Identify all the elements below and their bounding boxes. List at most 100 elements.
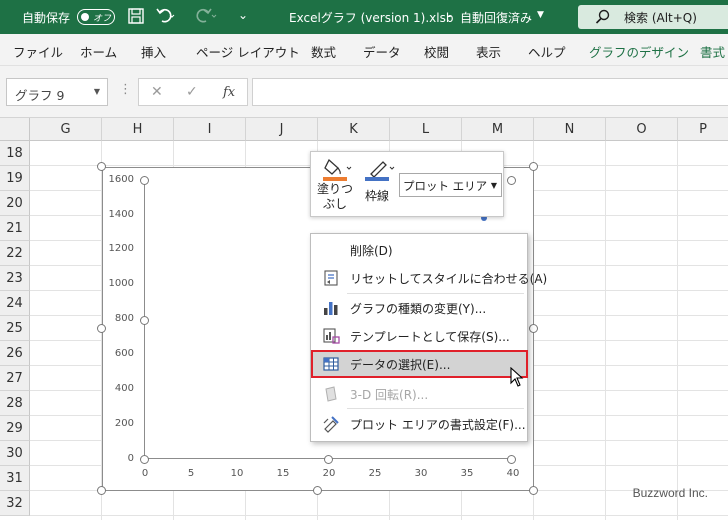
row-header-32[interactable]: 32	[0, 491, 30, 516]
menu-item-delete[interactable]: 削除(D)	[312, 236, 527, 264]
mini-toolbar: 塗りつ ぶし 枠線 プロット エリア ▼	[310, 151, 504, 217]
chevron-down-icon[interactable]: ▼	[537, 10, 544, 20]
chart-resize-handle[interactable]	[529, 324, 538, 333]
y-tick-label: 400	[114, 383, 134, 394]
select-data-icon	[322, 355, 340, 373]
formula-bar-grip[interactable]: ⋮	[119, 82, 132, 97]
name-box[interactable]: グラフ 9 ▼	[6, 78, 108, 106]
menu-item-label: 削除(D)	[350, 244, 393, 258]
save-icon[interactable]	[127, 7, 147, 27]
row-header-20[interactable]: 20	[0, 191, 30, 216]
column-header-i[interactable]: I	[174, 118, 246, 141]
column-header-m[interactable]: M	[462, 118, 534, 141]
row-header-24[interactable]: 24	[0, 291, 30, 316]
row-header-23[interactable]: 23	[0, 266, 30, 291]
menu-item-reset-style[interactable]: リセットしてスタイルに合わせる(A)	[312, 264, 547, 292]
y-tick-label: 0	[127, 453, 134, 464]
column-header-j[interactable]: J	[246, 118, 318, 141]
tab-file[interactable]: ファイル	[13, 42, 63, 61]
enter-icon[interactable]: ✓	[186, 84, 198, 100]
chart-resize-handle[interactable]	[313, 486, 322, 495]
save-status[interactable]: 自動回復済み	[460, 9, 532, 26]
tab-review[interactable]: 校閲	[424, 42, 449, 61]
grid-line	[30, 515, 728, 516]
chart-resize-handle[interactable]	[97, 162, 106, 171]
plot-area-handle[interactable]	[140, 316, 149, 325]
plot-area-handle[interactable]	[140, 455, 149, 464]
row-header-29[interactable]: 29	[0, 416, 30, 441]
row-header-26[interactable]: 26	[0, 341, 30, 366]
tab-view[interactable]: 表示	[476, 42, 501, 61]
x-tick-label: 20	[322, 468, 336, 479]
chevron-down-icon[interactable]: ▼	[94, 87, 100, 96]
redo-icon[interactable]	[194, 7, 217, 27]
menu-item-label: リセットしてスタイルに合わせる(A)	[350, 272, 548, 286]
autosave-state: オフ	[93, 14, 112, 24]
title-bar: 自動保存 オフ ⌄ Excelグラフ (version 1).xlsb - 自動…	[0, 0, 728, 34]
plot-area-handle[interactable]	[140, 176, 149, 185]
tab-help[interactable]: ヘルプ	[528, 42, 566, 61]
fill-icon[interactable]	[323, 158, 353, 185]
fill-label[interactable]: 塗りつ ぶし	[315, 182, 355, 212]
menu-item-3d-rotation[interactable]: 3-D 回転(R)...	[312, 380, 527, 408]
column-header-p[interactable]: P	[678, 118, 728, 141]
menu-item-change-chart-type[interactable]: グラフの種類の変更(Y)...	[312, 294, 527, 322]
y-tick-label: 600	[114, 348, 134, 359]
toggle-knob	[81, 12, 89, 21]
row-header-30[interactable]: 30	[0, 441, 30, 466]
customize-qa-icon[interactable]: ⌄	[238, 8, 248, 22]
cancel-icon[interactable]: ✕	[151, 84, 163, 100]
menu-item-save-template[interactable]: テンプレートとして保存(S)...	[312, 322, 527, 350]
search-box[interactable]: 検索 (Alt+Q)	[578, 5, 728, 29]
x-tick-label: 40	[506, 468, 520, 479]
y-tick-label: 1200	[108, 243, 134, 254]
column-header-g[interactable]: G	[30, 118, 102, 141]
template-icon	[322, 327, 340, 345]
row-header-28[interactable]: 28	[0, 391, 30, 416]
select-all-corner[interactable]	[0, 118, 30, 141]
x-tick-label: 15	[276, 468, 290, 479]
row-header-25[interactable]: 25	[0, 316, 30, 341]
outline-label[interactable]: 枠線	[361, 189, 393, 204]
column-header-o[interactable]: O	[606, 118, 678, 141]
x-tick-label: 10	[230, 468, 244, 479]
menu-item-label: 3-D 回転(R)...	[350, 388, 429, 402]
x-tick-label: 0	[141, 468, 149, 479]
row-header-18[interactable]: 18	[0, 141, 30, 166]
tab-insert[interactable]: 挿入	[141, 42, 166, 61]
column-header-k[interactable]: K	[318, 118, 390, 141]
autosave-toggle[interactable]: オフ	[77, 9, 115, 25]
formula-input[interactable]	[252, 78, 728, 106]
tab-format[interactable]: 書式	[700, 42, 725, 61]
chart-resize-handle[interactable]	[97, 486, 106, 495]
chart-resize-handle[interactable]	[97, 324, 106, 333]
y-tick-label: 1600	[108, 174, 134, 185]
plot-area-handle[interactable]	[507, 176, 516, 185]
menu-item-select-data[interactable]: データの選択(E)...	[311, 350, 528, 378]
insert-function-icon[interactable]: fx	[223, 85, 235, 100]
plot-area-handle[interactable]	[507, 455, 516, 464]
tab-chart-design[interactable]: グラフのデザイン	[589, 42, 689, 61]
name-box-value: グラフ 9	[15, 88, 65, 103]
column-header-l[interactable]: L	[390, 118, 462, 141]
row-header-31[interactable]: 31	[0, 466, 30, 491]
tab-formulas[interactable]: 数式	[311, 42, 336, 61]
outline-icon[interactable]	[365, 158, 397, 185]
tab-data[interactable]: データ	[363, 42, 401, 61]
tab-home[interactable]: ホーム	[80, 42, 117, 61]
column-header-h[interactable]: H	[102, 118, 174, 141]
formula-bar: グラフ 9 ▼ ⋮ ✕ ✓ fx	[0, 66, 728, 118]
plot-area-handle[interactable]	[324, 455, 333, 464]
row-header-19[interactable]: 19	[0, 166, 30, 191]
undo-icon[interactable]	[156, 7, 176, 27]
chart-element-select[interactable]: プロット エリア ▼	[399, 173, 502, 197]
tab-page-layout[interactable]: ページ レイアウト	[196, 42, 300, 61]
menu-item-format-plot-area[interactable]: プロット エリアの書式設定(F)...	[312, 410, 527, 438]
row-header-22[interactable]: 22	[0, 241, 30, 266]
chart-resize-handle[interactable]	[529, 486, 538, 495]
chart-resize-handle[interactable]	[529, 162, 538, 171]
y-tick-label: 200	[114, 418, 134, 429]
column-header-n[interactable]: N	[534, 118, 606, 141]
row-header-27[interactable]: 27	[0, 366, 30, 391]
row-header-21[interactable]: 21	[0, 216, 30, 241]
